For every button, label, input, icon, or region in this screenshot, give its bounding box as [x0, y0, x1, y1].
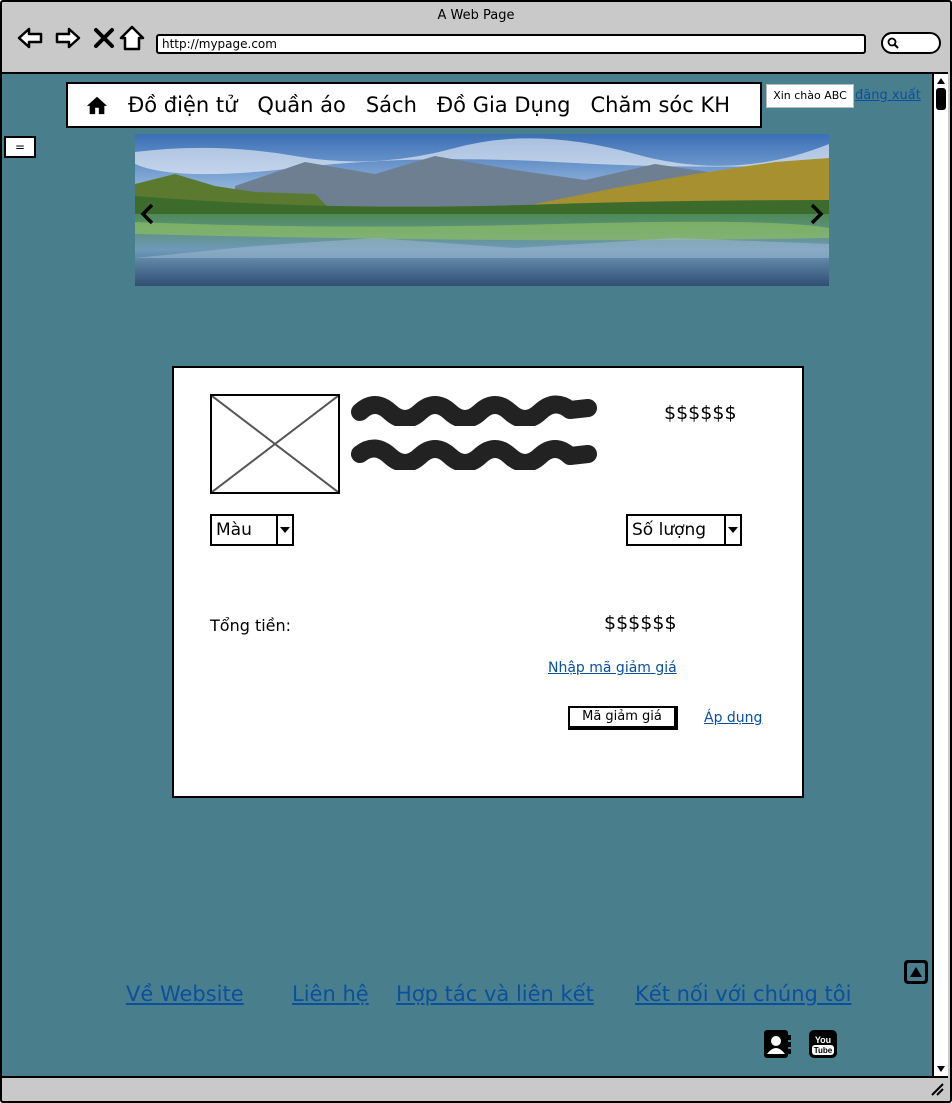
menu-item-household[interactable]: Đồ Gia Dụng	[437, 93, 571, 117]
color-select-value: Màu	[216, 520, 252, 540]
footer-link-contact[interactable]: Liên hệ	[292, 982, 369, 1006]
arrow-up-icon[interactable]	[902, 958, 930, 986]
footer-link-about[interactable]: Về Website	[126, 982, 244, 1006]
product-name-scribble	[351, 395, 597, 426]
status-bar	[2, 1076, 948, 1099]
home-icon[interactable]	[86, 94, 108, 116]
total-value: $$$$$$	[604, 612, 677, 634]
menu-item-customer-care[interactable]: Chăm sóc KH	[590, 93, 730, 117]
main-menu: Đồ điện tử Quần áo Sách Đồ Gia Dụng Chăm…	[66, 82, 762, 128]
product-price: $$$$$$	[664, 402, 737, 424]
color-select[interactable]: Màu	[210, 514, 294, 546]
window-title: A Web Page	[437, 8, 515, 23]
enter-coupon-link[interactable]: Nhập mã giảm giá	[548, 660, 677, 676]
back-icon[interactable]	[16, 24, 44, 52]
forward-icon[interactable]	[54, 24, 82, 52]
svg-text:Tube: Tube	[814, 1046, 833, 1055]
apply-coupon-link[interactable]: Áp dụng	[704, 710, 762, 726]
total-label: Tổng tiền:	[210, 616, 292, 635]
address-book-icon[interactable]	[762, 1028, 792, 1060]
chevron-down-icon	[724, 516, 740, 544]
product-image-placeholder	[210, 394, 340, 494]
quantity-select-value: Số lượng	[632, 520, 707, 540]
user-greeting: Xin chào ABC	[766, 84, 854, 108]
carousel-next-icon[interactable]	[807, 202, 825, 226]
footer-link-connect[interactable]: Kết nối với chúng tôi	[635, 982, 851, 1006]
menu-item-clothing[interactable]: Quần áo	[257, 93, 345, 117]
sidebar-toggle-button[interactable]: =	[4, 136, 36, 158]
menu-item-electronics[interactable]: Đồ điện tử	[128, 93, 237, 117]
page-viewport: Đồ điện tử Quần áo Sách Đồ Gia Dụng Chăm…	[2, 72, 932, 1076]
scroll-down-icon[interactable]	[936, 1064, 946, 1074]
scroll-up-icon[interactable]	[936, 76, 946, 86]
footer-link-partnership[interactable]: Hợp tác và liên kết	[396, 982, 594, 1006]
product-description-scribble	[351, 439, 597, 470]
close-icon[interactable]	[90, 24, 118, 52]
logout-link[interactable]: đăng xuất	[855, 88, 921, 103]
home-outline-icon[interactable]	[118, 24, 146, 52]
search-icon	[887, 37, 899, 49]
chevron-down-icon	[276, 516, 292, 544]
menu-item-books[interactable]: Sách	[366, 93, 417, 117]
url-input[interactable]: http://mypage.com	[156, 34, 866, 54]
quantity-select[interactable]: Số lượng	[626, 514, 742, 546]
carousel-prev-icon[interactable]	[139, 202, 157, 226]
cart-item-card: $$$$$$ Màu Số lượng Tổng tiền: $$$$$$ Nh…	[172, 366, 804, 798]
svg-text:You: You	[815, 1035, 831, 1045]
scrollbar-thumb[interactable]	[936, 88, 946, 110]
resize-grip-icon[interactable]	[930, 1082, 944, 1096]
hero-carousel	[135, 134, 829, 286]
coupon-input[interactable]: Mã giảm giá	[568, 706, 678, 730]
vertical-scrollbar[interactable]	[932, 72, 948, 1076]
youtube-icon[interactable]: You Tube	[808, 1028, 838, 1060]
browser-search-box[interactable]	[881, 32, 941, 54]
landscape-image	[135, 134, 829, 286]
